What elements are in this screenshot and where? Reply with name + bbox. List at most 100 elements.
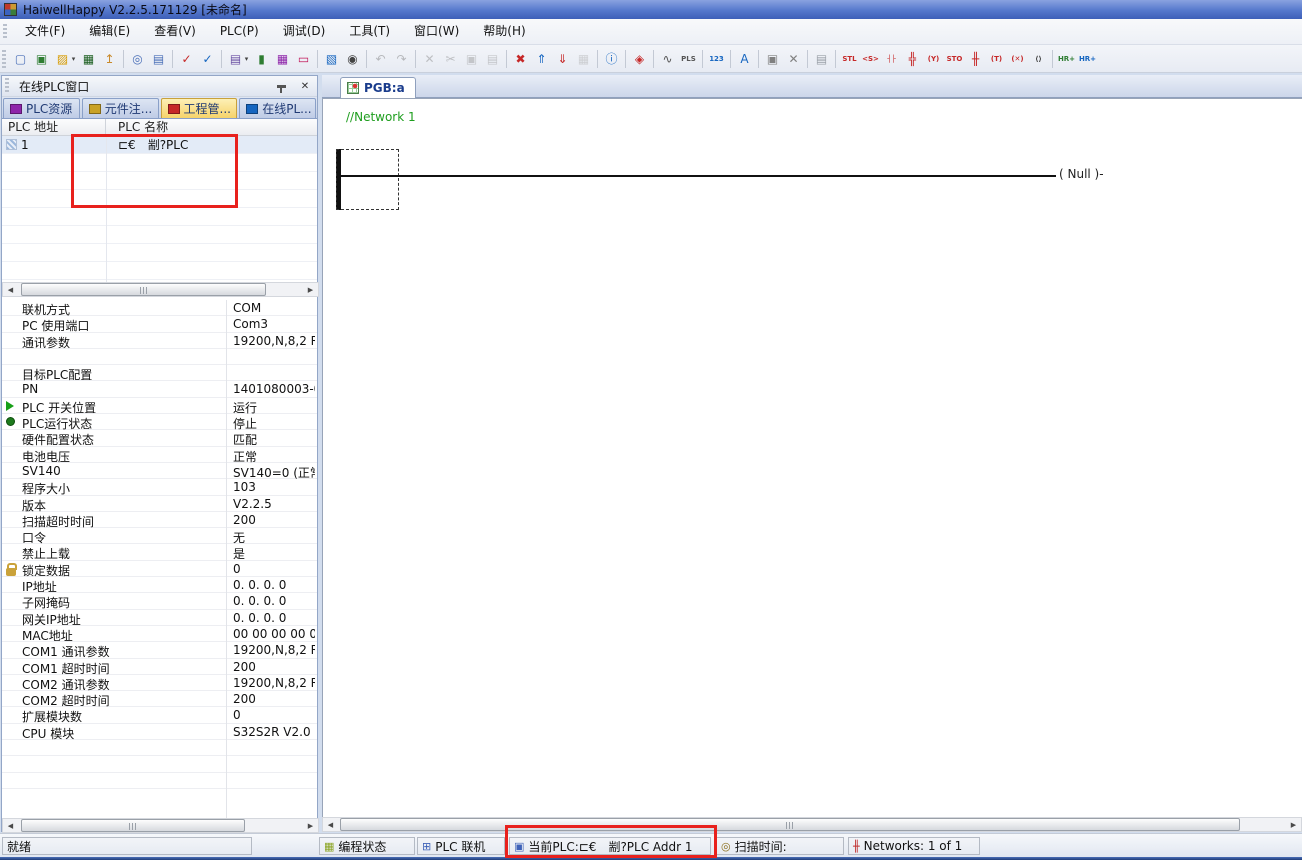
plc-table: PLC 地址 PLC 名称 1 ⊏€ 剬?PLC <box>2 119 317 282</box>
property-row: COM2 通讯参数 19200,N,8,2 RTU <box>2 675 317 691</box>
scroll-left-arrow[interactable]: ◀ <box>3 283 18 296</box>
paste-icon[interactable]: ▤ <box>482 49 503 69</box>
copy-icon[interactable]: ▣ <box>461 49 482 69</box>
status-segment-label: 扫描时间: <box>735 838 787 855</box>
property-row: COM1 通讯参数 19200,N,8,2 RTU <box>2 642 317 658</box>
contact-compare-icon[interactable]: ⟨⟩ <box>1028 49 1049 69</box>
hr-add-icon[interactable]: HR+ <box>1056 49 1077 69</box>
menu-plc[interactable]: PLC(P) <box>208 24 271 38</box>
plc-info-icon[interactable]: ⓘ <box>601 49 622 69</box>
menu-tools[interactable]: 工具(T) <box>337 24 402 38</box>
property-row <box>2 773 317 789</box>
plc-link-toggle-icon[interactable]: ✖ <box>510 49 531 69</box>
pin-icon[interactable] <box>277 85 286 88</box>
property-hscrollbar[interactable]: ◀ ▶ <box>2 818 319 833</box>
upload-plc-icon[interactable]: ⇑ <box>531 49 552 69</box>
scroll-thumb[interactable] <box>340 818 1240 831</box>
lock-icon[interactable]: ▣ <box>762 49 783 69</box>
tab-component-comment[interactable]: 元件注... <box>82 98 159 118</box>
constant-table-icon[interactable]: 123 <box>706 49 727 69</box>
column-header-address[interactable]: PLC 地址 <box>2 119 106 135</box>
scroll-left-arrow[interactable]: ◀ <box>323 818 338 831</box>
scroll-left-arrow[interactable]: ◀ <box>3 819 18 832</box>
coil-delete-icon[interactable]: (✕) <box>1007 49 1028 69</box>
coil-y-icon[interactable]: (Y) <box>923 49 944 69</box>
close-icon[interactable]: ✕ <box>298 81 312 92</box>
contact-stack-icon[interactable]: ╬ <box>902 49 923 69</box>
menu-file[interactable]: 文件(F) <box>13 24 77 38</box>
plc-table-row[interactable] <box>2 154 317 172</box>
tab-plc-resources[interactable]: PLC资源 <box>3 98 80 118</box>
stl-instruction-icon[interactable]: STL <box>839 49 860 69</box>
options-icon[interactable]: ▧ <box>321 49 342 69</box>
plc-module-icon[interactable]: ▮ <box>251 49 272 69</box>
delete-icon[interactable]: ✕ <box>419 49 440 69</box>
contact-parallel-icon[interactable]: ╫ <box>965 49 986 69</box>
plc-table-row[interactable] <box>2 262 317 280</box>
undo-icon[interactable]: ↶ <box>370 49 391 69</box>
online-monitor-icon[interactable]: ▭ <box>293 49 314 69</box>
hardware-dropdown-icon[interactable]: ▾ <box>242 49 251 69</box>
edit-cursor[interactable] <box>336 149 399 210</box>
menu-debug[interactable]: 调试(D) <box>271 24 338 38</box>
scroll-right-arrow[interactable]: ▶ <box>1286 818 1301 831</box>
plc-table-row[interactable] <box>2 208 317 226</box>
plc-table-row[interactable] <box>2 190 317 208</box>
new-file-icon[interactable]: ▢ <box>10 49 31 69</box>
print-icon[interactable]: ▤ <box>148 49 169 69</box>
plc-table-row[interactable]: 1 ⊏€ 剬?PLC <box>2 136 317 154</box>
coil-t-icon[interactable]: (T) <box>986 49 1007 69</box>
toolbar-separator <box>807 50 808 68</box>
plc-table-row[interactable] <box>2 244 317 262</box>
plc-table-hscrollbar[interactable]: ◀ ▶ <box>2 282 319 297</box>
scroll-right-arrow[interactable]: ▶ <box>303 283 318 296</box>
font-icon[interactable]: A <box>734 49 755 69</box>
menu-help[interactable]: 帮助(H) <box>471 24 537 38</box>
redo-icon[interactable]: ↷ <box>391 49 412 69</box>
cut-icon[interactable]: ✂ <box>440 49 461 69</box>
tab-online-plc[interactable]: 在线PL... <box>239 98 316 118</box>
property-value: 0. 0. 0. 0 <box>233 578 315 592</box>
clipboard-doc-icon[interactable]: ▤ <box>811 49 832 69</box>
tab-project-manager[interactable]: 工程管... <box>161 98 238 118</box>
memory-chip-icon[interactable]: ▦ <box>272 49 293 69</box>
toolbar-separator <box>730 50 731 68</box>
debug-monitor-icon[interactable]: ∿ <box>657 49 678 69</box>
menu-grip <box>3 24 7 40</box>
print-preview-icon[interactable]: ◎ <box>127 49 148 69</box>
open-dropdown-icon[interactable]: ▾ <box>69 49 78 69</box>
scroll-thumb[interactable] <box>21 283 266 296</box>
check-program-icon[interactable]: ✓ <box>176 49 197 69</box>
property-row <box>2 756 317 772</box>
pls-instruction-icon[interactable]: PLS <box>678 49 699 69</box>
column-header-name[interactable]: PLC 名称 <box>106 119 317 135</box>
scroll-thumb[interactable] <box>21 819 245 832</box>
find-icon[interactable]: ◉ <box>342 49 363 69</box>
new-project-icon[interactable]: ▣ <box>31 49 52 69</box>
edit-check-icon[interactable]: ✓ <box>197 49 218 69</box>
scroll-right-arrow[interactable]: ▶ <box>303 819 318 832</box>
menu-edit[interactable]: 编辑(E) <box>77 24 142 38</box>
tab-pgb-a[interactable]: PGB:a <box>340 77 416 98</box>
property-row: PLC运行状态 停止 <box>2 414 317 430</box>
panel-title: 在线PLC窗口 <box>15 78 277 95</box>
compile-download-icon[interactable]: ▦ <box>573 49 594 69</box>
editor-hscrollbar[interactable]: ◀ ▶ <box>322 817 1302 832</box>
toolbar-separator <box>221 50 222 68</box>
save-icon[interactable]: ▦ <box>78 49 99 69</box>
contact-no-icon[interactable]: ┤├ <box>881 49 902 69</box>
set-s-instruction-icon[interactable]: <S> <box>860 49 881 69</box>
plc-table-row[interactable] <box>2 172 317 190</box>
menu-window[interactable]: 窗口(W) <box>402 24 471 38</box>
unlock-icon[interactable]: ✕ <box>783 49 804 69</box>
menu-view[interactable]: 查看(V) <box>142 24 208 38</box>
network-view-icon[interactable]: ◈ <box>629 49 650 69</box>
download-plc-icon[interactable]: ⇓ <box>552 49 573 69</box>
window-title: HaiwellHappy V2.2.5.171129 [未命名] <box>23 1 247 18</box>
sto-instruction-icon[interactable]: STO <box>944 49 965 69</box>
plc-address: 1 <box>21 138 29 152</box>
import-program-icon[interactable]: ↥ <box>99 49 120 69</box>
ladder-canvas[interactable]: //Network 1 ( Null )- <box>322 98 1302 817</box>
plc-table-row[interactable] <box>2 226 317 244</box>
hr-insert-icon[interactable]: HR+ <box>1077 49 1098 69</box>
